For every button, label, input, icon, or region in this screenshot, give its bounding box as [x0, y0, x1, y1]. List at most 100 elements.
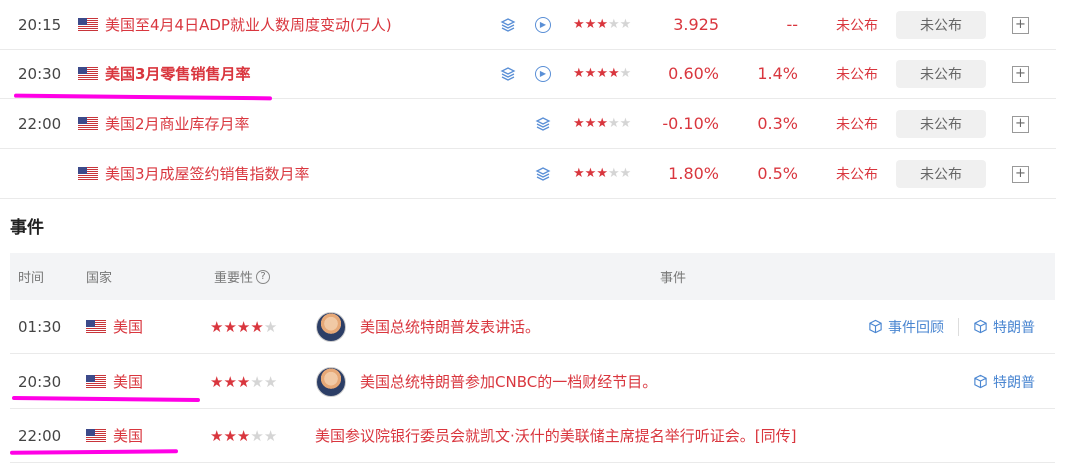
plus-box-icon[interactable]: +	[1012, 116, 1029, 133]
star-icon: ★	[619, 66, 632, 81]
star-icon: ★	[596, 166, 608, 181]
us-flag-icon	[86, 429, 106, 442]
link-divider	[958, 318, 959, 336]
indicator-time: 20:30	[18, 64, 62, 83]
header-importance: 重要性 ?	[214, 253, 271, 300]
forecast-value: 1.4%	[757, 64, 798, 83]
avatar[interactable]	[316, 355, 346, 408]
indicator-row[interactable]: 20:15 美国至4月4日ADP就业人数周度变动(万人) ▶ ★ ★ ★ ★ ★ 3.925 --…	[0, 0, 1056, 50]
indicator-title[interactable]: 美国至4月4日ADP就业人数周度变动(万人)	[78, 0, 392, 49]
unpublished-button[interactable]: 未公布	[896, 60, 986, 88]
event-country-text: 美国	[113, 427, 144, 445]
star-icon: ★	[619, 17, 632, 32]
actual-value: 未公布	[836, 66, 878, 83]
star-icon: ★	[210, 317, 224, 336]
star-icon: ★	[250, 317, 264, 336]
event-link[interactable]: 特朗普	[973, 355, 1035, 408]
indicator-title-text[interactable]: 美国3月成屋签约销售指数月率	[105, 163, 310, 184]
us-flag-icon	[86, 320, 106, 333]
layers-icon[interactable]	[535, 99, 551, 148]
indicator-row[interactable]: 美国3月成屋签约销售指数月率 ★ ★ ★ ★ ★ 1.80% 0.5% 未公布 未公布 +	[0, 149, 1056, 199]
indicator-time: 20:15	[18, 15, 62, 34]
event-text[interactable]: 美国参议院银行委员会就凯文·沃什的美联储主席提名举行听证会。[同传]	[315, 409, 796, 462]
event-row[interactable]: 22:00 美国 ★ ★ ★ ★ ★ 美国参议院银行委员会就凯文·沃什的美联储主席提名举行听证…	[10, 409, 1055, 463]
plus-box-icon[interactable]: +	[1012, 66, 1029, 83]
star-icon: ★	[223, 426, 237, 445]
forecast-value: --	[786, 15, 798, 34]
previous-value: 1.80%	[668, 164, 719, 183]
us-flag-icon	[78, 167, 98, 180]
layers-icon[interactable]	[500, 49, 516, 98]
indicator-title[interactable]: 美国3月零售销售月率	[78, 49, 250, 98]
unpublished-button[interactable]: 未公布	[896, 160, 986, 188]
plus-box-icon[interactable]: +	[1012, 166, 1029, 183]
play-circle-icon[interactable]: ▶	[535, 49, 551, 98]
star-icon: ★	[607, 66, 620, 81]
importance-stars: ★ ★ ★ ★ ★	[573, 149, 631, 198]
importance-stars: ★ ★ ★ ★ ★	[573, 99, 631, 148]
header-time: 时间	[18, 271, 45, 286]
unpublished-button[interactable]: 未公布	[896, 110, 986, 138]
indicator-title[interactable]: 美国3月成屋签约销售指数月率	[78, 149, 310, 198]
star-icon: ★	[607, 17, 620, 32]
event-country-text: 美国	[113, 373, 144, 391]
us-flag-icon	[86, 375, 106, 388]
importance-stars: ★ ★ ★ ★ ★	[573, 0, 631, 49]
importance-stars: ★ ★ ★ ★ ★	[210, 409, 277, 462]
event-country-text: 美国	[113, 318, 144, 336]
star-icon: ★	[573, 116, 585, 131]
cube-icon	[974, 374, 987, 389]
header-importance-label: 重要性	[214, 271, 254, 286]
indicator-title-text[interactable]: 美国至4月4日ADP就业人数周度变动(万人)	[105, 14, 392, 35]
star-icon: ★	[619, 166, 632, 181]
event-text[interactable]: 美国总统特朗普参加CNBC的一档财经节目。	[360, 355, 657, 408]
indicator-title-text[interactable]: 美国2月商业库存月率	[105, 113, 250, 134]
importance-stars: ★ ★ ★ ★ ★	[573, 49, 631, 98]
star-icon: ★	[236, 372, 251, 391]
star-icon: ★	[584, 116, 597, 131]
indicator-row[interactable]: 20:30 美国3月零售销售月率 ▶ ★ ★ ★ ★ ★ 0.60% 1.4% 未公布 未公布 +	[0, 49, 1056, 99]
star-icon: ★	[263, 317, 278, 336]
play-circle-icon[interactable]: ▶	[535, 0, 551, 49]
event-row[interactable]: 01:30 美国 ★ ★ ★ ★ ★ 美国总统特朗普发表讲话。 事件回顾 特朗普	[10, 300, 1055, 354]
question-circle-icon[interactable]: ?	[256, 269, 271, 284]
star-icon: ★	[223, 372, 237, 391]
star-icon: ★	[573, 66, 585, 81]
indicator-title[interactable]: 美国2月商业库存月率	[78, 99, 250, 148]
previous-value: -0.10%	[662, 114, 719, 133]
star-icon: ★	[236, 317, 251, 336]
actual-value: 未公布	[836, 116, 878, 133]
event-link-label[interactable]: 特朗普	[993, 372, 1035, 392]
header-event: 事件	[660, 271, 687, 286]
unpublished-button[interactable]: 未公布	[896, 11, 986, 39]
event-link[interactable]: 特朗普	[973, 300, 1035, 353]
star-icon: ★	[250, 426, 264, 445]
event-text[interactable]: 美国总统特朗普发表讲话。	[360, 300, 540, 353]
avatar[interactable]	[316, 300, 346, 353]
star-icon: ★	[584, 66, 597, 81]
layers-icon[interactable]	[500, 0, 516, 49]
event-link-label[interactable]: 特朗普	[993, 317, 1035, 337]
previous-value: 3.925	[673, 15, 719, 34]
star-icon: ★	[596, 17, 608, 32]
header-country: 国家	[86, 271, 113, 286]
event-link-label[interactable]: 事件回顾	[888, 317, 944, 337]
star-icon: ★	[223, 317, 237, 336]
us-flag-icon	[78, 117, 98, 130]
previous-value: 0.60%	[668, 64, 719, 83]
star-icon: ★	[210, 372, 224, 391]
event-link[interactable]: 事件回顾	[868, 300, 944, 353]
cube-icon	[869, 319, 882, 334]
forecast-value: 0.3%	[757, 114, 798, 133]
indicator-title-text[interactable]: 美国3月零售销售月率	[105, 63, 250, 84]
plus-box-icon[interactable]: +	[1012, 17, 1029, 34]
indicator-row[interactable]: 22:00 美国2月商业库存月率 ★ ★ ★ ★ ★ -0.10% 0.3% 未公布 未公布 +	[0, 99, 1056, 149]
star-icon: ★	[263, 372, 278, 391]
event-country: 美国	[86, 409, 143, 462]
event-time: 01:30	[18, 317, 62, 336]
layers-icon[interactable]	[535, 149, 551, 198]
star-icon: ★	[607, 166, 620, 181]
importance-stars: ★ ★ ★ ★ ★	[210, 355, 277, 408]
star-icon: ★	[596, 116, 608, 131]
importance-stars: ★ ★ ★ ★ ★	[210, 300, 277, 353]
